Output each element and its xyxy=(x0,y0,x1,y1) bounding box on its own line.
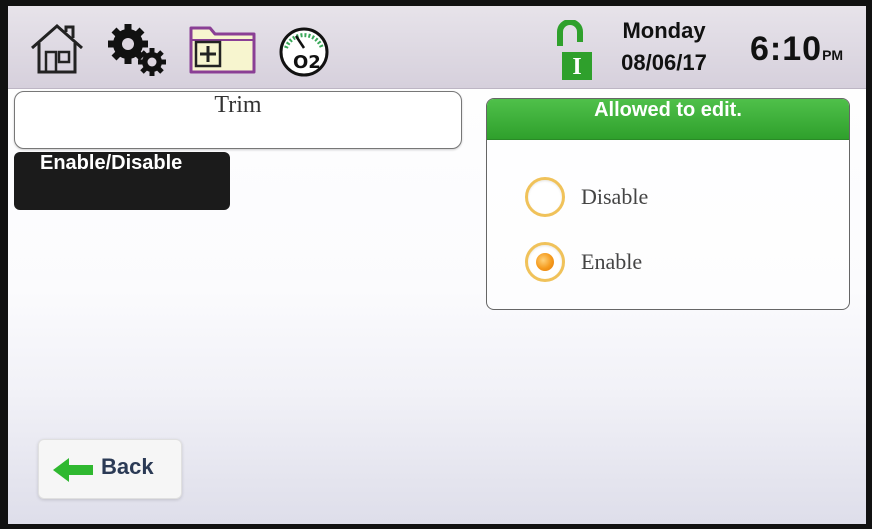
lock-letter: I xyxy=(572,54,581,80)
radio-button-selected[interactable] xyxy=(525,242,565,282)
tab-label: Enable/Disable xyxy=(40,152,183,174)
panel-header: Allowed to edit. xyxy=(487,99,849,140)
folder-add-icon[interactable] xyxy=(188,20,258,80)
o2-gauge-icon[interactable]: O2 xyxy=(276,22,332,82)
screen: O2 I Monday 08/06/17 6:10PM Trim Enable/… xyxy=(8,6,866,524)
tab-enable-disable[interactable]: Enable/Disable xyxy=(14,152,230,210)
ampm-label: PM xyxy=(822,47,844,63)
edit-permission-panel: Allowed to edit. Disable Enable xyxy=(486,98,850,310)
back-arrow-icon xyxy=(51,456,95,488)
date-label: 08/06/17 xyxy=(621,50,707,75)
device-bezel: O2 I Monday 08/06/17 6:10PM Trim Enable/… xyxy=(0,0,872,529)
radio-enable[interactable]: Enable xyxy=(525,239,642,285)
gauge-label: O2 xyxy=(293,52,321,73)
day-label: Monday xyxy=(622,18,706,43)
trim-label: Trim xyxy=(214,92,262,118)
radio-selected-dot xyxy=(536,253,554,271)
back-label: Back xyxy=(101,454,154,479)
home-icon[interactable] xyxy=(28,22,86,80)
back-button[interactable]: Back xyxy=(38,439,182,499)
clock: 6:10PM xyxy=(750,30,843,69)
time-value: 6:10 xyxy=(750,30,823,68)
unlocked-padlock-icon[interactable]: I xyxy=(554,19,594,86)
radio-disable-label: Disable xyxy=(581,184,649,209)
radio-disable[interactable]: Disable xyxy=(525,174,648,220)
trim-title-box: Trim xyxy=(14,91,462,149)
radio-enable-label: Enable xyxy=(581,249,643,274)
top-bar: O2 I Monday 08/06/17 6:10PM xyxy=(8,6,866,89)
gears-icon[interactable] xyxy=(104,20,174,84)
radio-button-unselected[interactable] xyxy=(525,177,565,217)
